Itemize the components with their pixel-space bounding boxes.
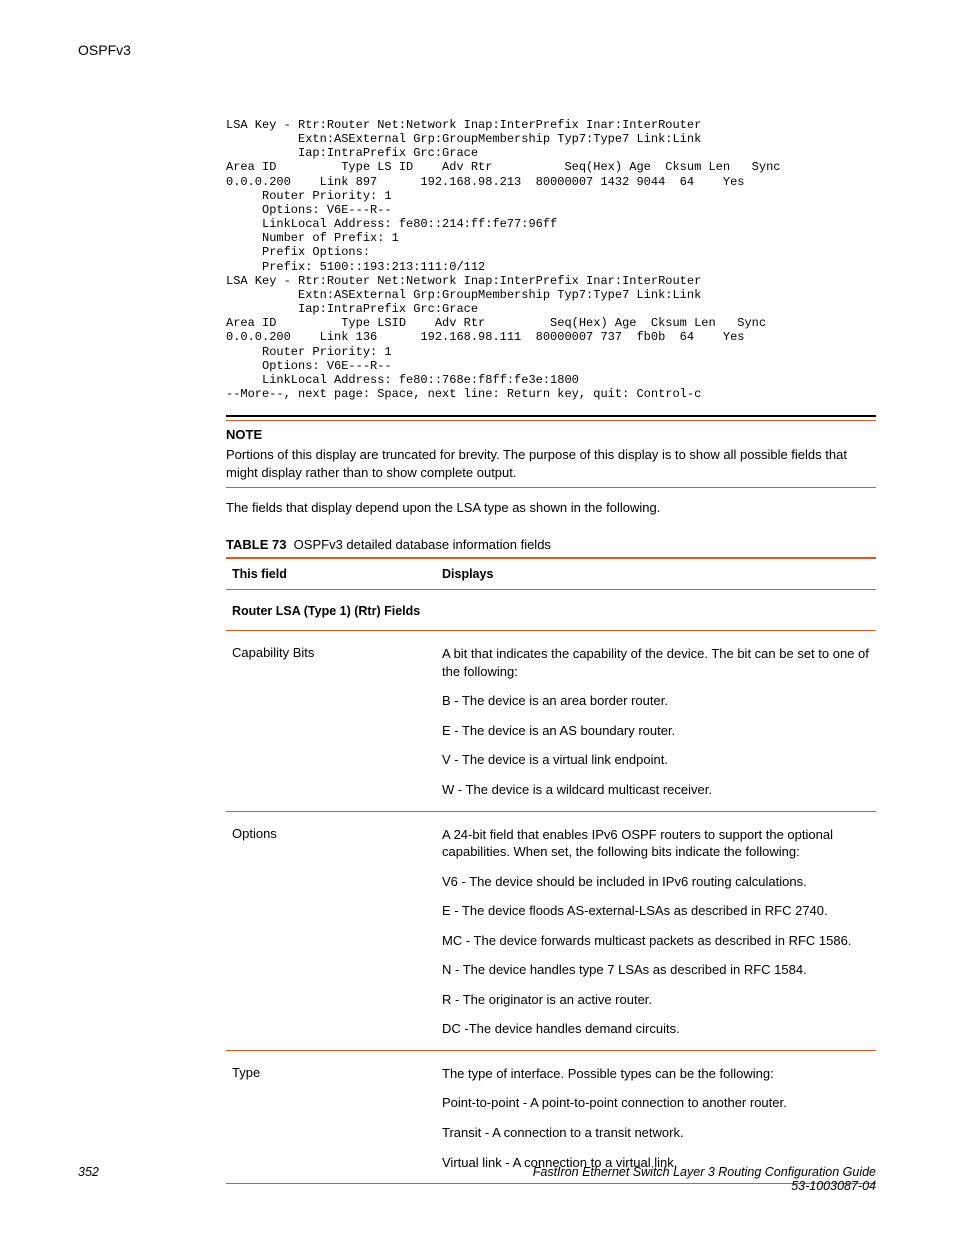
table-header-displays: Displays	[436, 558, 876, 590]
table-para: A 24-bit field that enables IPv6 OSPF ro…	[442, 826, 870, 861]
table-caption-label: TABLE 73	[226, 537, 286, 552]
table-para: MC - The device forwards multicast packe…	[442, 932, 870, 950]
table-cell-field: Type	[226, 1050, 436, 1183]
page-header: OSPFv3	[78, 42, 876, 58]
table-para: V6 - The device should be included in IP…	[442, 873, 870, 891]
page-footer: 352 FastIron Ethernet Switch Layer 3 Rou…	[78, 1165, 876, 1193]
table-header-field: This field	[226, 558, 436, 590]
info-table: This field Displays Router LSA (Type 1) …	[226, 557, 876, 1184]
table-caption-text: OSPFv3 detailed database information fie…	[294, 537, 551, 552]
table-cell-displays: A bit that indicates the capability of t…	[436, 631, 876, 811]
table-para: Point-to-point - A point-to-point connec…	[442, 1094, 870, 1112]
cli-output: LSA Key - Rtr:Router Net:Network Inap:In…	[226, 118, 876, 401]
table-section-row: Router LSA (Type 1) (Rtr) Fields	[226, 590, 876, 631]
table-para: The type of interface. Possible types ca…	[442, 1065, 870, 1083]
page-content: LSA Key - Rtr:Router Net:Network Inap:In…	[226, 118, 876, 1184]
page-number: 352	[78, 1165, 99, 1179]
divider	[226, 415, 876, 417]
table-para: V - The device is a virtual link endpoin…	[442, 751, 870, 769]
table-para: A bit that indicates the capability of t…	[442, 645, 870, 680]
note-body: Portions of this display are truncated f…	[226, 446, 876, 481]
table-para: R - The originator is an active router.	[442, 991, 870, 1009]
table-para: E - The device floods AS-external-LSAs a…	[442, 902, 870, 920]
table-row: Options A 24-bit field that enables IPv6…	[226, 811, 876, 1050]
table-para: B - The device is an area border router.	[442, 692, 870, 710]
footer-title: FastIron Ethernet Switch Layer 3 Routing…	[533, 1165, 876, 1179]
table-row: Capability Bits A bit that indicates the…	[226, 631, 876, 811]
table-para: N - The device handles type 7 LSAs as de…	[442, 961, 870, 979]
table-cell-field: Capability Bits	[226, 631, 436, 811]
footer-docnum: 53-1003087-04	[791, 1179, 876, 1193]
table-para: Transit - A connection to a transit netw…	[442, 1124, 870, 1142]
table-section-cell: Router LSA (Type 1) (Rtr) Fields	[226, 590, 876, 631]
table-row: Type The type of interface. Possible typ…	[226, 1050, 876, 1183]
table-cell-field: Options	[226, 811, 436, 1050]
intro-paragraph: The fields that display depend upon the …	[226, 500, 876, 515]
table-caption: TABLE 73 OSPFv3 detailed database inform…	[226, 537, 876, 552]
table-cell-displays: A 24-bit field that enables IPv6 OSPF ro…	[436, 811, 876, 1050]
note-bottom-rule	[226, 487, 876, 488]
note-heading: NOTE	[226, 427, 876, 442]
note-top-rule	[226, 420, 876, 421]
table-para: W - The device is a wildcard multicast r…	[442, 781, 870, 799]
table-header-row: This field Displays	[226, 558, 876, 590]
table-para: E - The device is an AS boundary router.	[442, 722, 870, 740]
table-para: DC -The device handles demand circuits.	[442, 1020, 870, 1038]
table-cell-displays: The type of interface. Possible types ca…	[436, 1050, 876, 1183]
